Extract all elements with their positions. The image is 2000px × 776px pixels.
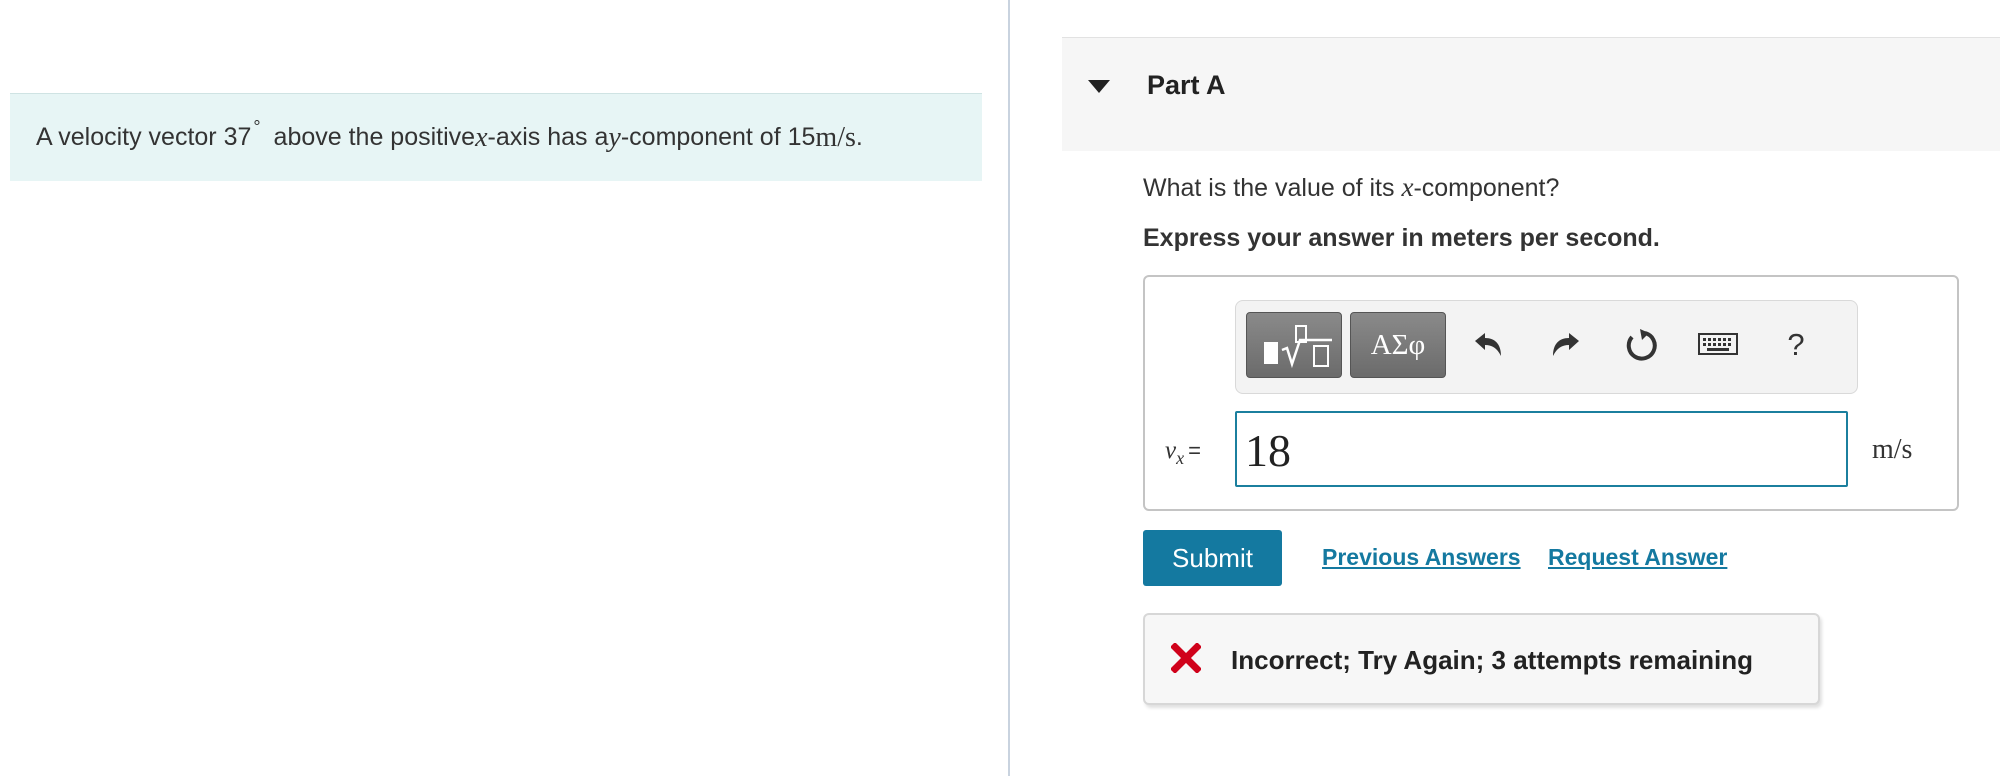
math-toolbar: ΑΣφ ?: [1235, 300, 1858, 394]
part-title: Part A: [1147, 70, 1226, 100]
answer-input[interactable]: [1235, 411, 1848, 487]
symbols-button[interactable]: ΑΣφ: [1350, 312, 1446, 378]
previous-answers-link[interactable]: Previous Answers: [1322, 544, 1521, 571]
problem-text-4: -component of 15: [620, 123, 816, 151]
x-variable: x: [475, 121, 488, 153]
help-button[interactable]: ?: [1774, 323, 1818, 367]
degree-symbol: °: [253, 117, 261, 137]
redo-icon[interactable]: [1544, 323, 1588, 367]
answer-box: ΑΣφ ? vx= m/s: [1143, 275, 1959, 511]
question-text: What is the value of its x-component?: [1143, 172, 1559, 203]
submit-button[interactable]: Submit: [1143, 530, 1282, 586]
problem-text-2: above the positive: [273, 123, 476, 151]
collapse-caret-icon[interactable]: [1088, 80, 1110, 93]
y-variable: y: [608, 121, 621, 153]
templates-icon: [1264, 325, 1332, 369]
answer-unit: m/s: [1872, 434, 1913, 465]
answer-instruction: Express your answer in meters per second…: [1143, 224, 1660, 252]
question-text-2: -component?: [1413, 174, 1560, 202]
problem-text-1: A velocity vector 37: [36, 123, 252, 151]
reset-icon[interactable]: [1619, 323, 1663, 367]
feedback-text: Incorrect; Try Again; 3 attempts remaini…: [1231, 645, 1754, 675]
undo-icon[interactable]: [1466, 323, 1510, 367]
request-answer-link[interactable]: Request Answer: [1548, 544, 1727, 571]
answer-variable-label: vx =: [1165, 437, 1201, 469]
templates-button[interactable]: [1246, 312, 1342, 378]
part-header[interactable]: Part A: [1062, 37, 2000, 151]
question-text-1: What is the value of its: [1143, 174, 1402, 202]
answer-variable: v: [1165, 437, 1177, 464]
equals-sign: =: [1188, 438, 1201, 463]
keyboard-icon[interactable]: [1696, 323, 1740, 367]
panel-divider[interactable]: [1008, 0, 1010, 776]
problem-text-3: -axis has a: [487, 123, 609, 151]
answer-variable-subscript: x: [1176, 448, 1185, 468]
feedback-message: Incorrect; Try Again; 3 attempts remaini…: [1143, 613, 1820, 705]
problem-unit: m/s: [815, 121, 856, 153]
question-variable: x: [1401, 172, 1414, 202]
problem-text-end: .: [855, 123, 863, 151]
x-icon: [1171, 643, 1201, 673]
problem-statement: A velocity vector 37 ° above the positive…: [10, 93, 982, 181]
